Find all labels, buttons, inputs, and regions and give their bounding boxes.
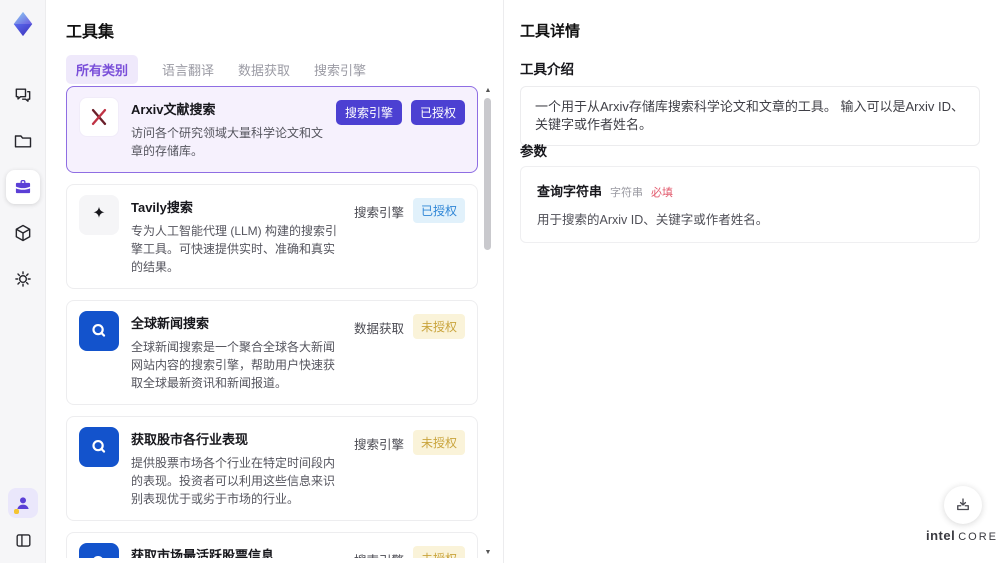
tool-card-stock-sectors[interactable]: 获取股市各行业表现 提供股票市场各个行业在特定时间段内的表现。投资者可以利用这些… — [66, 416, 478, 521]
tab-language-translation[interactable]: 语言翻译 — [162, 55, 214, 84]
category-label: 搜索引擎 — [354, 546, 404, 558]
stock-search-logo-icon — [79, 543, 119, 558]
auth-status-badge: 未授权 — [412, 314, 465, 339]
stock-search-logo-icon — [79, 427, 119, 467]
sidebar-item-files[interactable] — [6, 124, 40, 158]
param-card: 查询字符串 字符串 必填 用于搜索的Arxiv ID、关键字或作者姓名。 — [520, 166, 980, 243]
arxiv-logo-icon — [79, 97, 119, 137]
category-tabs: 所有类别 语言翻译 数据获取 搜索引擎 — [66, 55, 366, 84]
tool-list: Arxiv文献搜索 访问各个研究领域大量科学论文和文章的存储库。 搜索引擎 已授… — [66, 86, 480, 558]
category-badge: 搜索引擎 — [335, 100, 402, 125]
sidebar — [0, 0, 46, 563]
tool-description: 专为人工智能代理 (LLM) 构建的搜索引擎工具。可快速提供实时、准确和真实的结… — [131, 224, 338, 274]
download-icon — [957, 498, 969, 511]
tool-name: 获取股市各行业表现 — [131, 432, 249, 447]
param-description: 用于搜索的Arxiv ID、关键字或作者姓名。 — [537, 213, 769, 227]
details-title: 工具详情 — [520, 23, 581, 40]
sidebar-nav — [5, 78, 40, 296]
tool-name: 全球新闻搜索 — [131, 316, 210, 331]
tab-data-fetch[interactable]: 数据获取 — [238, 55, 290, 84]
intro-heading: 工具介绍 — [520, 62, 574, 77]
download-button[interactable] — [944, 486, 982, 524]
sidebar-item-chat[interactable] — [6, 78, 40, 112]
folder-icon — [14, 135, 31, 148]
toolset-panel: 工具集 所有类别 语言翻译 数据获取 搜索引擎 Arxiv文献搜索 访问各个研究… — [47, 0, 503, 563]
auth-status-badge: 已授权 — [412, 198, 465, 223]
intel-core-logo: intel CORE — [926, 527, 996, 545]
tool-name: Arxiv文献搜索 — [131, 102, 216, 117]
tab-all-categories[interactable]: 所有类别 — [66, 55, 139, 84]
sidebar-item-packages[interactable] — [6, 216, 40, 250]
tool-name: 获取市场最活跃股票信息 — [131, 548, 275, 558]
tool-description: 提供股票市场各个行业在特定时间段内的表现。投资者可以利用这些信息来识别表现优于或… — [131, 456, 336, 506]
tool-card-tavily[interactable]: Tavily搜索 专为人工智能代理 (LLM) 构建的搜索引擎工具。可快速提供实… — [66, 184, 478, 289]
category-label: 搜索引擎 — [353, 438, 404, 452]
scrollbar-thumb[interactable] — [484, 98, 491, 250]
category-label: 数据获取 — [353, 322, 404, 336]
tool-description: 全球新闻搜索是一个聚合全球各大新闻网站内容的搜索引擎，帮助用户快速获取全球最新资… — [131, 340, 336, 390]
params-heading: 参数 — [520, 144, 547, 159]
scroll-up-arrow-icon[interactable]: ▲ — [483, 86, 493, 96]
scroll-down-arrow-icon[interactable]: ▼ — [483, 548, 493, 558]
tool-card-arxiv[interactable]: Arxiv文献搜索 访问各个研究领域大量科学论文和文章的存储库。 搜索引擎 已授… — [66, 86, 478, 173]
cube-icon — [15, 224, 30, 242]
intel-brand-text: intel — [926, 528, 956, 543]
tool-details-panel: 工具详情 工具介绍 一个用于从Arxiv存储库搜索科学论文和文章的工具。 输入可… — [504, 0, 1000, 563]
auth-status-badge: 未授权 — [412, 546, 465, 558]
sidebar-bottom — [0, 488, 46, 555]
category-label: 搜索引擎 — [353, 206, 404, 220]
auth-status-badge: 未授权 — [412, 430, 465, 455]
param-required-badge: 必填 — [651, 187, 674, 199]
tool-description: 访问各个研究领域大量科学论文和文章的存储库。 — [131, 126, 324, 158]
sidebar-item-tools[interactable] — [5, 170, 40, 204]
auth-status-badge: 已授权 — [410, 100, 465, 125]
tool-card-global-news[interactable]: 全球新闻搜索 全球新闻搜索是一个聚合全球各大新闻网站内容的搜索引擎，帮助用户快速… — [66, 300, 478, 405]
panel-icon — [15, 533, 31, 547]
sidebar-item-settings[interactable] — [6, 262, 40, 296]
news-search-logo-icon — [79, 311, 119, 351]
gear-icon — [14, 271, 31, 287]
core-brand-text: CORE — [958, 531, 999, 543]
param-name: 查询字符串 — [537, 184, 603, 199]
app-logo-diamond-icon[interactable] — [7, 8, 39, 40]
list-scrollbar[interactable]: ▲ ▼ — [483, 86, 493, 558]
user-avatar-button[interactable] — [8, 488, 38, 518]
tool-name: Tavily搜索 — [131, 200, 193, 215]
tavily-star-logo-icon — [79, 195, 119, 235]
collapse-panel-button[interactable] — [8, 525, 38, 555]
avatar-status-dot — [14, 509, 19, 514]
briefcase-icon — [15, 180, 30, 194]
intro-text-box: 一个用于从Arxiv存储库搜索科学论文和文章的工具。 输入可以是Arxiv ID… — [520, 86, 980, 147]
page-title: 工具集 — [66, 24, 115, 41]
tool-card-active-stocks[interactable]: 获取市场最活跃股票信息 提供当天交易量最高的股票列表，投资者可以利用这些信息来识… — [66, 532, 478, 558]
chat-icon — [15, 88, 30, 102]
param-type: 字符串 — [610, 187, 644, 199]
tab-search-engine[interactable]: 搜索引擎 — [314, 55, 366, 84]
